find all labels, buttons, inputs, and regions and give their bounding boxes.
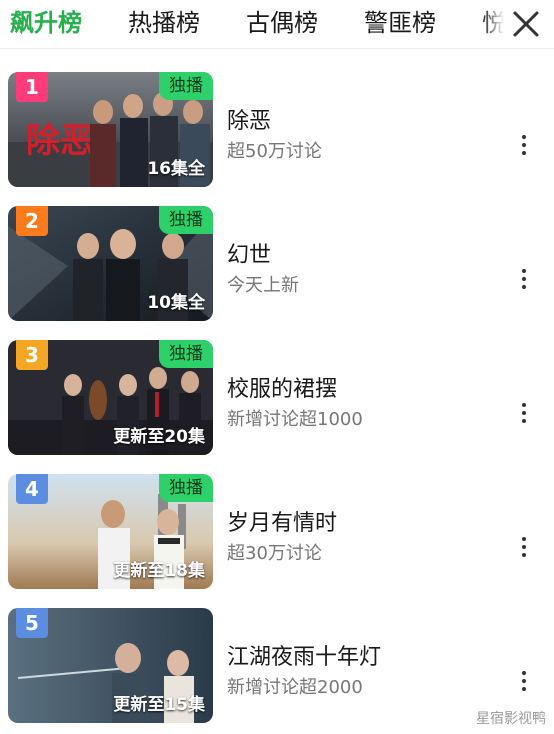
more-vertical-icon (522, 671, 526, 675)
drama-subtitle: 新增讨论超2000 (227, 677, 363, 698)
drama-title[interactable]: 岁月有情时 (227, 505, 337, 537)
more-button[interactable] (510, 532, 538, 562)
drama-subtitle: 今天上新 (227, 275, 299, 296)
rank-badge: 1 (16, 72, 48, 102)
ranking-screen: 飙升榜 热播榜 古偶榜 警匪榜 悦 (0, 0, 554, 734)
exclusive-badge: 独播 (159, 206, 213, 234)
poster-thumbnail[interactable]: 2 独播 10集全 (8, 206, 213, 321)
close-button[interactable] (508, 6, 544, 42)
tab-costume[interactable]: 古偶榜 (246, 0, 318, 48)
watermark: 星宿影视鸭 (476, 711, 546, 727)
drama-subtitle: 超50万讨论 (227, 141, 322, 162)
ranking-tabs: 飙升榜 热播榜 古偶榜 警匪榜 悦 (0, 0, 554, 49)
rank-badge: 4 (16, 474, 48, 504)
exclusive-badge: 独播 (159, 72, 213, 100)
exclusive-badge: 独播 (159, 340, 213, 368)
poster-thumbnail[interactable]: 5 更新至15集 (8, 608, 213, 723)
poster-thumbnail[interactable]: 3 独播 更新至20集 (8, 340, 213, 455)
episode-count: 更新至20集 (113, 427, 205, 447)
drama-subtitle: 超30万讨论 (227, 543, 322, 564)
drama-title[interactable]: 校服的裙摆 (227, 371, 337, 403)
exclusive-badge: 独播 (159, 474, 213, 502)
list-item[interactable]: 3 独播 更新至20集 校服的裙摆 新增讨论超1000 (0, 320, 554, 455)
tab-crime[interactable]: 警匪榜 (364, 0, 436, 48)
list-item[interactable]: 5 更新至15集 江湖夜雨十年灯 新增讨论超2000 (0, 588, 554, 723)
drama-subtitle: 新增讨论超1000 (227, 409, 363, 430)
poster-thumbnail[interactable]: 4 独播 更新至18集 (8, 474, 213, 589)
list-item[interactable]: 4 独播 更新至18集 岁月有情时 超30万讨论 (0, 454, 554, 589)
list-item[interactable]: 除恶 1 独播 16集全 除恶 超50万讨论 (0, 52, 554, 187)
more-button[interactable] (510, 130, 538, 160)
svg-text:除恶: 除恶 (26, 121, 94, 161)
more-vertical-icon (522, 269, 526, 273)
tab-hot[interactable]: 热播榜 (128, 0, 200, 48)
close-icon (513, 11, 539, 37)
episode-count: 更新至15集 (113, 695, 205, 715)
poster-thumbnail[interactable]: 除恶 1 独播 16集全 (8, 72, 213, 187)
list-item[interactable]: 2 独播 10集全 幻世 今天上新 (0, 186, 554, 321)
drama-title[interactable]: 幻世 (227, 237, 271, 269)
tab-rising[interactable]: 飙升榜 (10, 0, 82, 48)
rank-badge: 2 (16, 206, 48, 236)
more-button[interactable] (510, 264, 538, 294)
episode-count: 16集全 (147, 159, 205, 179)
more-button[interactable] (510, 666, 538, 696)
rank-badge: 5 (16, 608, 48, 638)
drama-title[interactable]: 江湖夜雨十年灯 (227, 639, 381, 671)
more-button[interactable] (510, 398, 538, 428)
episode-count: 10集全 (147, 293, 205, 313)
more-vertical-icon (522, 403, 526, 407)
more-vertical-icon (522, 537, 526, 541)
episode-count: 更新至18集 (113, 561, 205, 581)
drama-title[interactable]: 除恶 (227, 103, 271, 135)
more-vertical-icon (522, 135, 526, 139)
rank-badge: 3 (16, 340, 48, 370)
